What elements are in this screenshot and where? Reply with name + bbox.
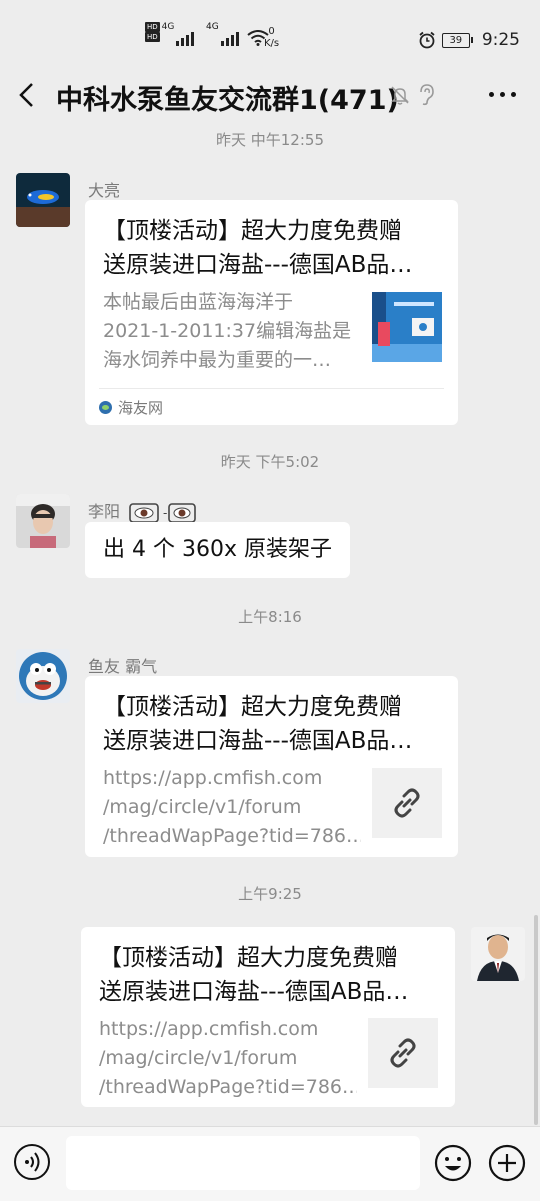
link-card-message[interactable]: 【顶楼活动】超大力度免费赠 送原装进口海盐---德国AB品… https://a…	[81, 927, 455, 1107]
card-title: 【顶楼活动】超大力度免费赠 送原装进口海盐---德国AB品…	[103, 694, 413, 754]
avatar[interactable]	[471, 927, 525, 981]
voice-icon[interactable]	[14, 1144, 50, 1180]
signal-strength-icon: 4G	[176, 22, 269, 46]
link-thumbnail	[368, 1018, 438, 1088]
alarm-icon	[419, 31, 435, 49]
message-timestamp: 昨天 下午5:02	[220, 453, 320, 471]
message-timestamp: 上午9:25	[238, 885, 302, 903]
avatar[interactable]	[16, 494, 70, 548]
link-icon	[394, 788, 420, 818]
sender-name: 大亮	[88, 181, 121, 200]
card-source: 海友网	[99, 388, 444, 425]
more-dots-icon[interactable]	[489, 92, 516, 97]
card-description: https://app.cmfish.com /mag/circle/v1/fo…	[99, 1018, 357, 1098]
card-title: 【顶楼活动】超大力度免费赠 送原装进口海盐---德国AB品…	[99, 945, 409, 1005]
site-logo-icon	[99, 400, 112, 414]
card-title: 【顶楼活动】超大力度免费赠 送原装进口海盐---德国AB品…	[103, 218, 413, 278]
link-icon	[390, 1038, 416, 1068]
message-input[interactable]	[66, 1136, 420, 1190]
battery-icon: 39	[441, 32, 473, 48]
source-name: 海友网	[118, 398, 164, 417]
sender-name: 鱼友 霸气	[88, 657, 158, 676]
input-bar	[0, 1126, 540, 1201]
network-indicator: HD 4G HD	[145, 22, 174, 42]
network-type: 4G	[206, 22, 219, 32]
link-card-message[interactable]: 【顶楼活动】超大力度免费赠 送原装进口海盐---德国AB品… https://a…	[85, 676, 458, 857]
status-right: 39 9:25	[418, 30, 520, 50]
eyes-emoji-icon: -	[129, 502, 196, 523]
network-speed: 0 K/s	[264, 26, 280, 49]
bell-off-icon	[391, 86, 409, 105]
hd-badge: HD	[145, 32, 160, 42]
scrollbar[interactable]	[534, 915, 538, 1125]
network-type: 4G	[161, 22, 175, 32]
message-timestamp: 上午8:16	[238, 608, 302, 626]
link-card-message[interactable]: 【顶楼活动】超大力度免费赠 送原装进口海盐---德国AB品… 本帖最后由蓝海海洋…	[85, 200, 458, 425]
clock: 9:25	[481, 30, 520, 50]
chat-header: 中科水泵鱼友交流群1(471)	[0, 64, 540, 126]
emoji-icon[interactable]	[434, 1144, 472, 1182]
ear-icon	[420, 84, 434, 106]
link-thumbnail	[372, 768, 442, 838]
card-thumbnail	[372, 292, 442, 362]
message-timestamp: 昨天 中午12:55	[216, 131, 324, 149]
avatar[interactable]	[16, 649, 70, 703]
hd-badge: HD	[145, 22, 160, 32]
chevron-left-icon[interactable]	[14, 78, 42, 112]
avatar[interactable]	[16, 173, 70, 227]
sender-name: 李阳 -	[88, 498, 197, 524]
chat-title: 中科水泵鱼友交流群1(471)	[56, 85, 399, 116]
plus-icon[interactable]	[488, 1144, 526, 1182]
card-description: https://app.cmfish.com /mag/circle/v1/fo…	[103, 767, 361, 847]
text-message[interactable]: 出 4 个 360x 原装架子	[85, 522, 350, 578]
card-description: 本帖最后由蓝海海洋于 2021-1-2011:37编辑海盐是 海水饲养中最为重要…	[103, 291, 352, 371]
svg-text:-: -	[163, 506, 167, 520]
